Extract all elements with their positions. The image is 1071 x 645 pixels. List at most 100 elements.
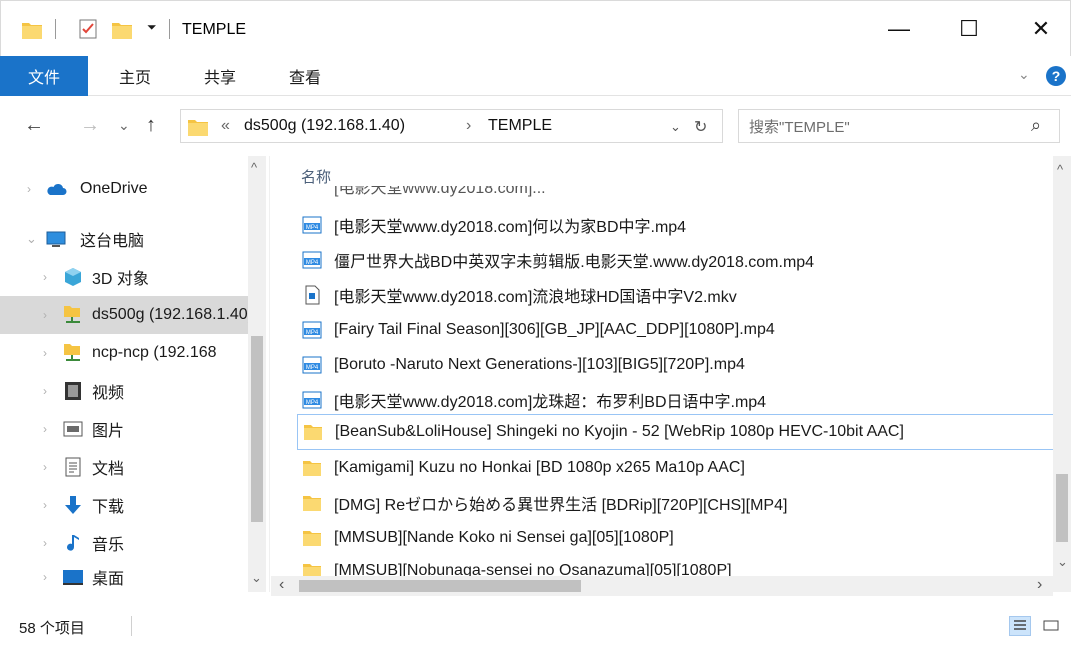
breadcrumb-separator[interactable]: ›	[466, 117, 471, 135]
nav-item-downloads[interactable]: › 下载	[0, 486, 252, 524]
tab-share[interactable]: 共享	[204, 56, 236, 96]
address-bar[interactable]: « ds500g (192.168.1.40) › TEMPLE ⌄ ↻	[180, 109, 723, 143]
downloads-icon	[65, 496, 81, 514]
nav-item-onedrive[interactable]: › OneDrive	[0, 170, 252, 208]
file-name: [电影天堂www.dy2018.com]龙珠超：布罗利BD日语中字.mp4	[334, 394, 767, 411]
window-title: TEMPLE	[182, 21, 247, 38]
list-item[interactable]: MP4 [电影天堂www.dy2018.com]龙珠超：布罗利BD日语中字.mp…	[297, 383, 1057, 417]
breadcrumb-ds500g[interactable]: ds500g (192.168.1.40)	[244, 117, 405, 135]
quick-access-divider	[55, 19, 56, 39]
expand-caret[interactable]: ›	[27, 182, 31, 196]
mp4-badge: MP4	[306, 365, 319, 371]
scroll-down-button[interactable]: ⌄	[251, 570, 262, 586]
list-item[interactable]: [MMSUB][Nande Koko ni Sensei ga][05][108…	[297, 521, 1057, 555]
list-item[interactable]: MP4 僵尸世界大战BD中英双字未剪辑版.电影天堂.www.dy2018.com…	[297, 243, 1057, 277]
file-name: 僵尸世界大战BD中英双字未剪辑版.电影天堂.www.dy2018.com.mp4	[334, 254, 815, 271]
help-icon[interactable]: ?	[1046, 66, 1066, 86]
close-button[interactable]: ✕	[1011, 1, 1071, 57]
scrollbar-thumb[interactable]	[299, 580, 581, 592]
up-button[interactable]: ↑	[146, 114, 156, 137]
expand-caret[interactable]: ›	[43, 498, 47, 512]
search-icon[interactable]: ⌕	[1031, 115, 1041, 136]
network-drive-icon	[64, 344, 80, 361]
ribbon-tabs: 文件 主页 共享 查看 ⌄ ?	[0, 56, 1071, 96]
folder-icon	[303, 531, 321, 546]
scroll-up-button[interactable]: ^	[1057, 162, 1063, 177]
nav-item-this-pc[interactable]: ⌄ 这台电脑	[0, 220, 252, 258]
nav-item-label: OneDrive	[80, 180, 148, 197]
nav-item-ds500g[interactable]: › ds500g (192.168.1.40)	[0, 296, 252, 334]
scroll-down-button[interactable]: ⌄	[1057, 554, 1068, 570]
expanded-caret[interactable]: ⌄	[26, 231, 37, 247]
large-icons-view-icon	[1043, 620, 1059, 631]
tab-view[interactable]: 查看	[289, 56, 321, 96]
scrollbar-thumb[interactable]	[251, 336, 263, 522]
navigation-pane: › OneDrive ⌄ 这台电脑 › 3D 对象 › ds500g (192.…	[0, 156, 270, 592]
nav-pane-scrollbar[interactable]: ^ ⌄	[248, 156, 266, 592]
video-file-icon: MP4	[302, 321, 322, 339]
expand-caret[interactable]: ›	[43, 422, 47, 436]
scroll-right-button[interactable]: ›	[1037, 576, 1042, 594]
nav-item-label: 视频	[92, 385, 125, 402]
new-folder-icon[interactable]	[111, 19, 133, 41]
search-input[interactable]	[749, 116, 1009, 138]
scroll-up-button[interactable]: ^	[251, 160, 257, 175]
minimize-button[interactable]: —	[869, 1, 929, 57]
recent-locations-button[interactable]: ⌄	[118, 117, 130, 134]
list-item[interactable]: [DMG] Reゼロから始める異世界生活 [BDRip][720P][CHS][…	[297, 486, 1057, 520]
folder-icon	[303, 496, 321, 511]
status-bar: 58 个项目	[0, 600, 1071, 645]
search-box[interactable]: ⌕	[738, 109, 1060, 143]
video-file-icon: MP4	[302, 391, 322, 409]
tab-home[interactable]: 主页	[119, 56, 151, 96]
list-item-partial[interactable]: [电影天堂www.dy2018.com]...	[297, 186, 1057, 200]
nav-item-documents[interactable]: › 文档	[0, 448, 252, 486]
nav-item-desktop[interactable]: › 桌面	[0, 562, 252, 592]
nav-item-3d-objects[interactable]: › 3D 对象	[0, 258, 252, 296]
file-name: [Fairy Tail Final Season][306][GB_JP][AA…	[334, 321, 775, 338]
expand-caret[interactable]: ›	[43, 570, 47, 584]
forward-button[interactable]: →	[80, 114, 100, 137]
file-list-horizontal-scrollbar[interactable]: ‹ ›	[271, 576, 1053, 596]
expand-caret[interactable]: ›	[43, 308, 47, 322]
breadcrumb-temple[interactable]: TEMPLE	[488, 117, 552, 135]
mp4-badge: MP4	[306, 260, 319, 266]
nav-item-ncp[interactable]: › ncp-ncp (192.168	[0, 334, 252, 372]
navigation-bar: ← → ⌄ ↑ « ds500g (192.168.1.40) › TEMPLE…	[0, 96, 1071, 156]
address-dropdown-button[interactable]: ⌄	[670, 119, 681, 135]
title-bar: ⏷ TEMPLE — ☐ ✕	[0, 0, 1071, 56]
list-item[interactable]: MP4 [电影天堂www.dy2018.com]何以为家BD中字.mp4	[297, 208, 1057, 242]
folder-name: [BeanSub&LoliHouse] Shingeki no Kyojin -…	[335, 423, 904, 440]
expand-caret[interactable]: ›	[43, 384, 47, 398]
nav-item-music[interactable]: › 音乐	[0, 524, 252, 562]
column-header-name[interactable]: 名称	[301, 166, 331, 187]
list-item[interactable]: MP4 [Boruto -Naruto Next Generations-][1…	[297, 348, 1057, 382]
nav-item-label: 图片	[92, 423, 125, 440]
scroll-left-button[interactable]: ‹	[279, 576, 284, 594]
expand-caret[interactable]: ›	[43, 346, 47, 360]
list-item[interactable]: [电影天堂www.dy2018.com]流浪地球HD国语中字V2.mkv	[297, 278, 1057, 312]
list-item-focused[interactable]: [BeanSub&LoliHouse] Shingeki no Kyojin -…	[297, 414, 1057, 450]
list-item[interactable]: [Kamigami] Kuzu no Honkai [BD 1080p x265…	[297, 451, 1057, 485]
nav-item-pictures[interactable]: › 图片	[0, 410, 252, 448]
properties-icon[interactable]	[77, 18, 99, 40]
customize-quick-access-button[interactable]: ⏷	[147, 20, 157, 35]
back-button[interactable]: ←	[24, 114, 44, 137]
tab-file[interactable]: 文件	[0, 56, 88, 96]
file-name: [电影天堂www.dy2018.com]流浪地球HD国语中字V2.mkv	[334, 289, 737, 306]
expand-ribbon-icon[interactable]: ⌄	[1018, 66, 1030, 83]
expand-caret[interactable]: ›	[43, 270, 47, 284]
list-item[interactable]: MP4 [Fairy Tail Final Season][306][GB_JP…	[297, 313, 1057, 347]
maximize-button[interactable]: ☐	[939, 1, 999, 57]
network-drive-icon	[64, 306, 80, 323]
expand-caret[interactable]: ›	[43, 460, 47, 474]
refresh-button[interactable]: ↻	[694, 117, 707, 137]
details-view-button[interactable]	[1009, 616, 1031, 636]
item-count: 58 个项目	[19, 620, 85, 637]
large-icons-view-button[interactable]	[1040, 616, 1062, 636]
expand-caret[interactable]: ›	[43, 536, 47, 550]
file-list-vertical-scrollbar[interactable]: ^ ⌄	[1053, 156, 1071, 592]
address-overflow-button[interactable]: «	[221, 117, 230, 135]
nav-item-videos[interactable]: › 视频	[0, 372, 252, 410]
scrollbar-thumb[interactable]	[1056, 474, 1068, 542]
